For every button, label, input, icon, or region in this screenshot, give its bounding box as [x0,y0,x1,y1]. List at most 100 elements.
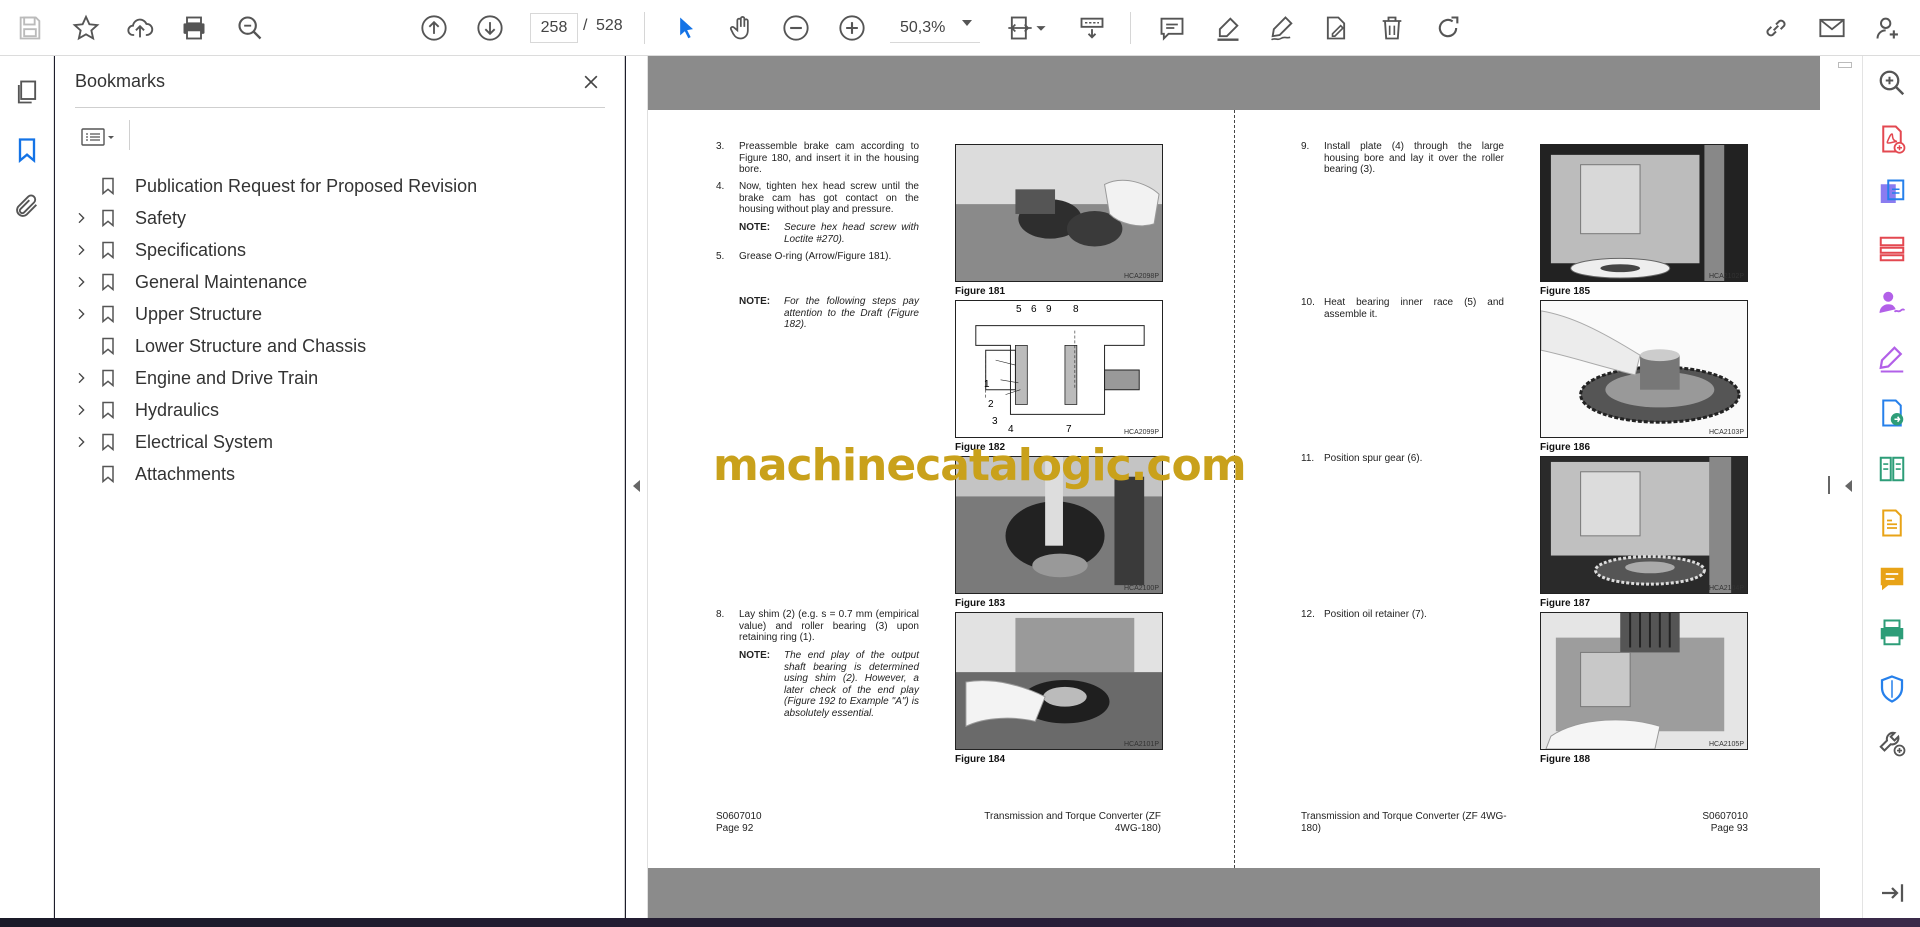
redo-icon[interactable] [1432,12,1464,44]
top-toolbar: 258 / 528 50,3% [0,0,1920,56]
diagram-label: 8 [1073,304,1079,315]
bookmark-panel-icon[interactable] [11,134,43,166]
bookmark-label: Hydraulics [135,399,220,420]
add-user-icon[interactable] [1872,12,1904,44]
zoom-search-icon[interactable] [1875,66,1909,100]
edit-document-icon[interactable] [1320,12,1352,44]
page-separator: / [583,17,588,34]
bookmark-item[interactable]: Safety [71,201,601,235]
export-pdf-icon[interactable] [1875,122,1909,156]
pane-splitter[interactable] [1828,476,1830,494]
bookmark-icon [97,462,119,486]
chevron-down-icon[interactable] [962,20,972,26]
close-icon[interactable] [577,68,605,96]
divider [75,107,605,108]
diagram-label: 2 [988,399,994,410]
chevron-right-icon[interactable] [71,368,91,388]
share-link-icon[interactable] [1760,12,1792,44]
figure-caption: Figure 188 [1540,754,1591,765]
scroll-mode-icon[interactable] [1076,12,1108,44]
toolbar-divider [1130,12,1131,44]
bookmark-icon [97,334,119,358]
diagram-label: 6 [1031,304,1037,315]
bookmark-item[interactable]: Hydraulics [71,393,601,427]
comment-icon[interactable] [1156,12,1188,44]
more-tools-icon[interactable] [1875,726,1909,760]
footer-doc-number: S0607010 Page 93 [1702,811,1748,834]
email-icon[interactable] [1816,12,1848,44]
bookmark-item[interactable]: Lower Structure and Chassis [71,329,601,363]
bookmark-item[interactable]: Specifications [71,233,601,267]
collapse-tools-icon[interactable] [1875,876,1909,910]
diagram-label: 3 [992,416,998,427]
print-production-icon[interactable] [1875,616,1909,650]
page-thumbnails-icon[interactable] [11,76,43,108]
draw-signature-icon[interactable] [1266,12,1298,44]
page-total: 528 [596,17,623,34]
protect-shield-icon[interactable] [1875,672,1909,706]
diagram-label: 7 [1066,424,1072,435]
attachments-icon[interactable] [11,190,43,222]
figure-caption: Figure 183 [955,598,1006,609]
bookmark-item[interactable]: Electrical System [71,425,601,459]
chevron-right-icon[interactable] [71,432,91,452]
collapse-right-icon[interactable] [1845,480,1852,492]
bookmark-options-button[interactable] [75,120,121,154]
chevron-right-icon[interactable] [71,304,91,324]
zoom-out-icon[interactable] [780,12,812,44]
bookmark-icon [97,238,119,262]
zoom-in-icon[interactable] [836,12,868,44]
bookmark-item[interactable]: General Maintenance [71,265,601,299]
bookmark-item[interactable]: Engine and Drive Train [71,361,601,395]
send-for-review-icon[interactable] [1875,396,1909,430]
note-item: NOTE: The end play of the output shaft b… [739,650,919,719]
select-cursor-icon[interactable] [670,12,702,44]
figure-caption: Figure 186 [1540,442,1591,453]
chevron-right-icon[interactable] [71,208,91,228]
request-signatures-icon[interactable] [1875,286,1909,320]
chevron-right-icon[interactable] [71,240,91,260]
page-number-input[interactable]: 258 [530,13,578,43]
bookmarks-panel: Bookmarks Publication Request for Propos… [55,56,625,918]
bookmark-label: Safety [135,207,187,228]
create-pdf-icon[interactable] [1875,176,1909,210]
chevron-right-icon[interactable] [71,272,91,292]
toolbar-divider [644,12,645,44]
organize-pages-icon[interactable] [1875,232,1909,266]
chevron-down-icon[interactable] [1030,12,1052,44]
hand-tool-icon[interactable] [726,12,758,44]
scrollbar-thumb[interactable] [1838,62,1852,68]
upload-cloud-icon[interactable] [124,12,156,44]
fill-sign-icon[interactable] [1875,342,1909,376]
next-page-icon[interactable] [474,12,506,44]
bookmark-label: Specifications [135,239,247,260]
bookmark-item[interactable]: Publication Request for Proposed Revisio… [71,169,601,203]
bookmark-item[interactable]: Upper Structure [71,297,601,331]
highlight-pen-icon[interactable] [1212,12,1244,44]
figure-photo: HCA2103P [1540,300,1748,438]
chevron-right-icon[interactable] [71,400,91,420]
star-icon[interactable] [70,12,102,44]
bookmark-label: Electrical System [135,431,274,452]
right-tools-rail [1862,56,1920,918]
footer-doc-number: S0607010 Page 92 [716,811,762,834]
vertical-scrollbar[interactable] [1820,56,1862,918]
note-item: NOTE: Secure hex head screw with Loctite… [739,222,919,245]
print-icon[interactable] [178,12,210,44]
zoom-level-select[interactable]: 50,3% [890,13,980,43]
bookmark-label: Engine and Drive Train [135,367,319,388]
comment-tool-icon[interactable] [1875,562,1909,596]
scan-ocr-icon[interactable] [1875,506,1909,540]
collapse-left-icon[interactable] [633,480,640,492]
note-item: NOTE: For the following steps pay attent… [739,296,919,330]
diagram-label: 1 [984,379,990,390]
previous-page-icon[interactable] [418,12,450,44]
bookmark-item[interactable]: Attachments [71,457,601,491]
save-icon[interactable] [14,12,46,44]
search-icon[interactable] [234,12,266,44]
pdf-reader-window: 258 / 528 50,3% Bookmarks Publication Re… [0,0,1920,927]
trash-icon[interactable] [1376,12,1408,44]
compare-files-icon[interactable] [1875,452,1909,486]
figure-photo: HCA2102P [1540,144,1748,282]
bookmark-icon [97,366,119,390]
